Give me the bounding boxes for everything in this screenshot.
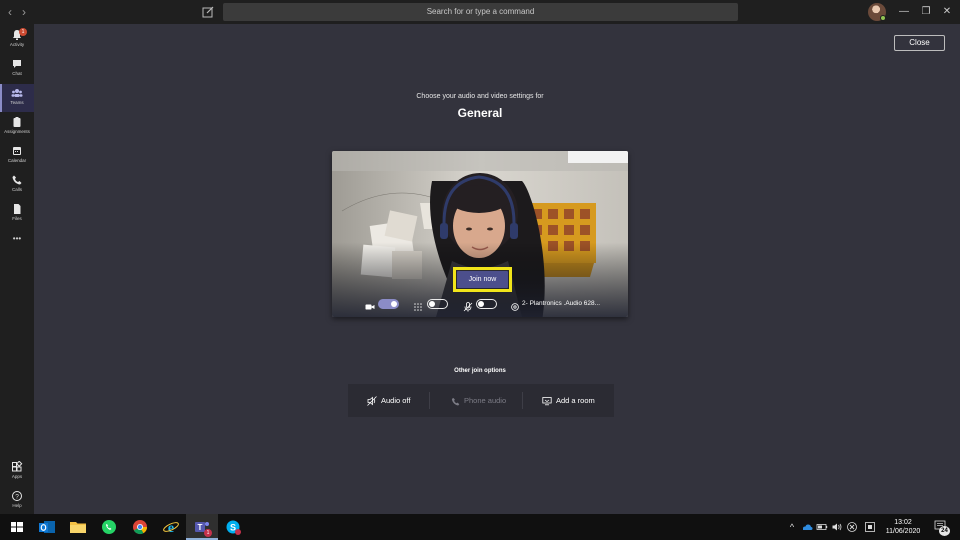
notification-count-badge: 24 [939,526,950,536]
toggle-knob [391,301,397,307]
windows-start-icon[interactable] [7,517,27,537]
add-room-option[interactable]: Add a room [542,384,595,417]
video-preview: Join now 2- Plantronics .Audio 628... [332,151,628,317]
chat-icon [13,60,21,68]
svg-text:?: ? [15,493,19,500]
mic-toggle[interactable] [476,299,497,309]
teams-taskbar-badge: 1 [204,529,212,537]
svg-text:S: S [230,523,236,533]
presence-status-icon [880,15,886,21]
maximize-button[interactable]: ❐ [919,4,933,20]
settings-gear-icon[interactable] [510,299,520,311]
battery-icon[interactable] [816,521,828,533]
join-now-button[interactable]: Join now [457,271,508,288]
search-input[interactable]: Search for or type a command [223,3,738,21]
other-join-options-title: Other join options [454,368,506,374]
rail-item-label: Calls [11,187,22,192]
clock-time: 13:02 [894,519,912,526]
activity-badge: 1 [19,28,27,36]
clock-date: 11/06/2020 [885,528,921,535]
outlook-icon[interactable] [37,517,57,537]
close-button[interactable]: Close [894,35,945,51]
rail-item-assignments[interactable]: Assignments [0,113,34,141]
phone-icon [12,175,22,185]
title-bar: ‹ › Search for or type a command — ❐ ✕ [0,0,960,24]
camera-toggle[interactable] [378,299,399,309]
window-close-button[interactable]: ✕ [940,4,954,20]
camera-preview-image [332,151,628,317]
rail-item-activity[interactable]: Activity 1 [0,26,34,54]
rail-item-label: Teams [10,100,24,105]
other-join-options: Audio off Phone audio Add a room [348,384,614,417]
phone-audio-option: Phone audio [451,384,506,417]
onedrive-icon[interactable] [801,521,813,533]
toggle-knob [478,301,484,307]
file-icon [14,204,21,214]
language-indicator-icon[interactable] [864,521,876,533]
rail-item-label: Files [12,216,22,221]
new-chat-icon[interactable] [200,4,216,20]
internet-explorer-icon[interactable]: e [161,517,181,537]
phone-audio-label: Phone audio [464,396,507,405]
background-blur-icon [413,299,423,311]
back-button[interactable]: ‹ [3,4,17,20]
rail-item-label: Help [12,503,22,508]
file-explorer-icon[interactable] [68,517,88,537]
volume-icon[interactable] [831,521,843,533]
network-disconnected-icon[interactable] [846,521,858,533]
whatsapp-icon[interactable] [99,517,119,537]
prejoin-subtitle: Choose your audio and video settings for [416,93,544,100]
rail-item-files[interactable]: Files [0,200,34,228]
rail-item-apps[interactable]: Apps [0,458,34,486]
rail-item-calendar[interactable]: Calendar [0,142,34,170]
divider [522,392,523,409]
rail-item-label: Calendar [7,158,27,163]
assignments-icon [13,117,21,127]
background-blur-toggle[interactable] [427,299,448,309]
audio-off-label: Audio off [381,396,411,405]
chrome-icon[interactable] [130,517,150,537]
help-icon: ? [12,491,22,501]
rail-item-calls[interactable]: Calls [0,171,34,199]
rail-item-label: Chat [12,71,22,76]
audio-device-select[interactable]: 2- Plantronics .Audio 628... [522,300,600,307]
mic-off-icon [463,299,473,312]
phone-icon [451,397,460,405]
rail-more-button[interactable]: ••• [0,232,34,246]
rail-item-label: Assignments [4,129,30,134]
divider [429,392,430,409]
minimize-button[interactable]: — [897,4,911,20]
rail-item-label: Apps [11,474,23,479]
room-display-icon [542,397,552,406]
channel-title: General [457,106,503,120]
teams-icon [11,89,23,97]
add-room-label: Add a room [556,396,595,405]
tray-overflow-icon[interactable]: ^ [786,521,798,533]
system-clock[interactable]: 13:02 11/06/2020 [880,518,926,536]
rail-item-help[interactable]: ? Help [0,487,34,515]
toggle-knob [429,301,435,307]
apps-icon [12,461,23,472]
svg-text:T: T [198,523,203,532]
rail-item-label: Activity [9,42,25,47]
rail-item-chat[interactable]: Chat [0,55,34,83]
rail-item-teams[interactable]: Teams [0,84,34,112]
skype-icon[interactable]: S [223,517,243,537]
speaker-off-icon [367,396,377,406]
calendar-icon [13,147,21,155]
camera-icon [365,299,375,310]
forward-button[interactable]: › [17,4,31,20]
app-rail: Activity 1 Chat Teams Assignments Calend… [0,24,34,514]
audio-off-option[interactable]: Audio off [367,384,410,417]
windows-taskbar: e T 1 S ^ 13:02 11/06/2020 24 [0,514,960,540]
